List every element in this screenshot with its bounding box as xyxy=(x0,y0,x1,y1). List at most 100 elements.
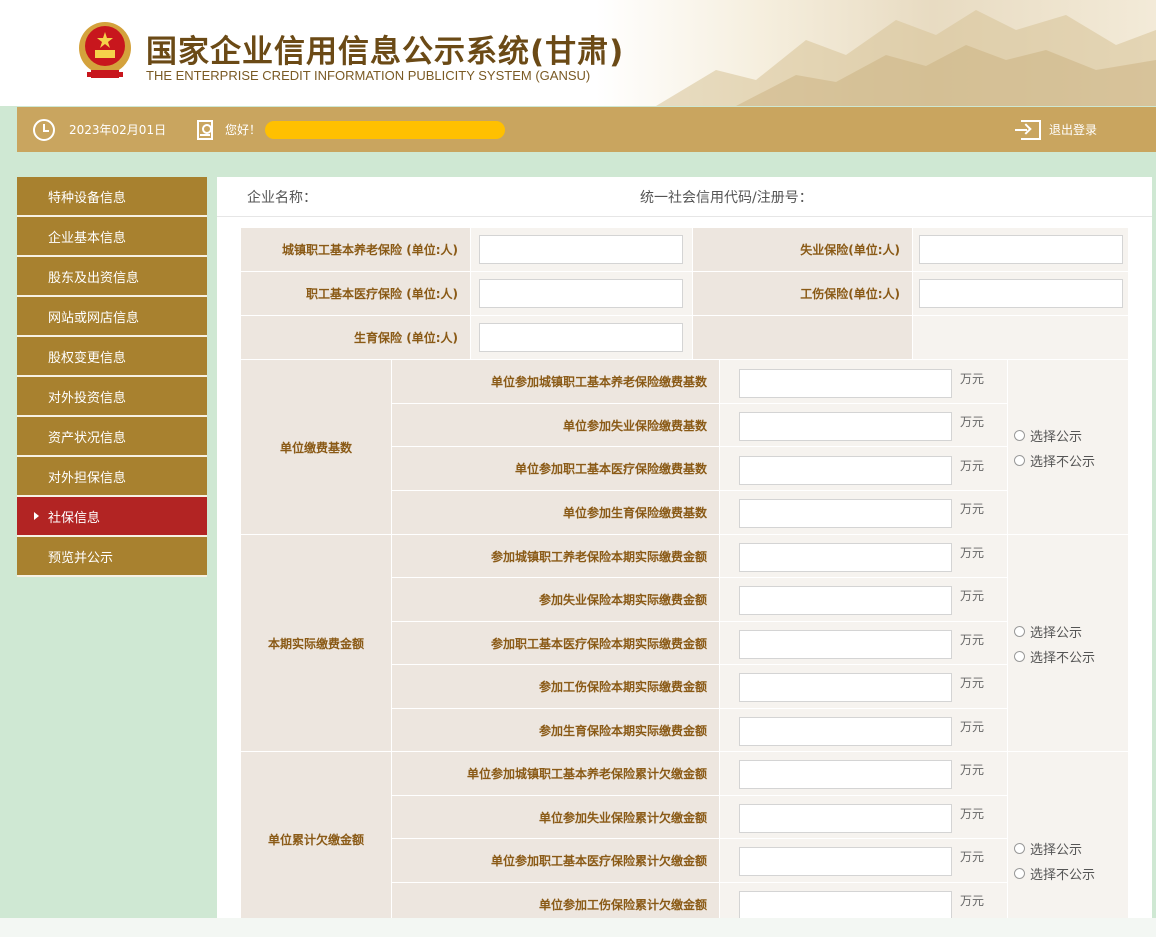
publicity-radio-group: 选择公示 选择不公示 xyxy=(1014,423,1095,473)
unit-label: 万元 xyxy=(960,763,985,777)
maternity-count-label: 生育保险 (单位:人) xyxy=(241,316,471,360)
date-text: 2023年02月01日 xyxy=(69,123,167,137)
unit-label: 万元 xyxy=(960,720,985,734)
amount-input[interactable] xyxy=(739,543,952,572)
unemployment-count-input[interactable] xyxy=(919,235,1123,264)
amount-cell: 万元 xyxy=(720,796,1008,839)
radio-public[interactable]: 选择公示 xyxy=(1014,619,1095,644)
radio-label: 选择公示 xyxy=(1030,430,1083,445)
sidebar-item-shareholders[interactable]: 股东及出资信息 xyxy=(17,257,207,297)
medical-count-cell xyxy=(471,272,693,316)
date-display: 2023年02月01日 xyxy=(33,107,166,152)
sidebar-item-preview-publish[interactable]: 预览并公示 xyxy=(17,537,207,577)
unemployment-count-cell xyxy=(913,228,1129,272)
unit-label: 万元 xyxy=(960,459,985,473)
sidebar-item-social-security[interactable]: 社保信息 xyxy=(17,497,207,537)
company-info-bar: 企业名称： 统一社会信用代码/注册号： xyxy=(217,177,1152,217)
radio-circle-icon xyxy=(1014,430,1025,441)
injury-count-cell xyxy=(913,272,1129,316)
unit-label: 万元 xyxy=(960,502,985,516)
mountain-banner xyxy=(596,0,1156,106)
row-label: 单位参加失业保险累计欠缴金额 xyxy=(392,796,720,839)
group-arrears-title: 单位累计欠缴金额 xyxy=(241,752,392,918)
unemployment-count-label: 失业保险(单位:人) xyxy=(693,228,913,272)
pension-count-cell xyxy=(471,228,693,272)
row-label: 单位参加职工基本医疗保险累计欠缴金额 xyxy=(392,839,720,883)
amount-cell: 万元 xyxy=(720,535,1008,578)
logout-button[interactable]: 退出登录 xyxy=(1015,107,1097,152)
row-label: 参加工伤保险本期实际缴费金额 xyxy=(392,665,720,709)
row-label: 参加城镇职工养老保险本期实际缴费金额 xyxy=(392,535,720,578)
sidebar-item-investment[interactable]: 对外投资信息 xyxy=(17,377,207,417)
amount-input[interactable] xyxy=(739,499,952,528)
sidebar-item-equity-change[interactable]: 股权变更信息 xyxy=(17,337,207,377)
unit-label: 万元 xyxy=(960,372,985,386)
main-panel: 企业名称： 统一社会信用代码/注册号： 城镇职工基本养老保险 (单位:人) 失业… xyxy=(217,177,1152,918)
row-label: 单位参加城镇职工基本养老保险缴费基数 xyxy=(392,360,720,404)
radio-circle-icon xyxy=(1014,868,1025,879)
amount-cell: 万元 xyxy=(720,839,1008,883)
amount-input[interactable] xyxy=(739,412,952,441)
injury-count-input[interactable] xyxy=(919,279,1123,308)
amount-cell: 万元 xyxy=(720,447,1008,491)
radio-circle-icon xyxy=(1014,651,1025,662)
radio-label: 选择公示 xyxy=(1030,843,1083,858)
sidebar-item-website[interactable]: 网站或网店信息 xyxy=(17,297,207,337)
user-greeting: 您好！ xyxy=(197,107,506,152)
radio-private[interactable]: 选择不公示 xyxy=(1014,861,1095,886)
radio-private[interactable]: 选择不公示 xyxy=(1014,448,1095,473)
radio-public[interactable]: 选择公示 xyxy=(1014,836,1095,861)
amount-cell: 万元 xyxy=(720,752,1008,796)
pension-count-input[interactable] xyxy=(479,235,683,264)
site-header: 国家企业信用信息公示系统(甘肃) THE ENTERPRISE CREDIT I… xyxy=(0,0,1156,106)
publicity-radio-group: 选择公示 选择不公示 xyxy=(1014,619,1095,669)
amount-cell: 万元 xyxy=(720,709,1008,752)
radio-label: 选择不公示 xyxy=(1030,868,1096,883)
publicity-radio-group: 选择公示 选择不公示 xyxy=(1014,836,1095,886)
unit-label: 万元 xyxy=(960,850,985,864)
pension-count-label: 城镇职工基本养老保险 (单位:人) xyxy=(241,228,471,272)
row-label: 单位参加工伤保险累计欠缴金额 xyxy=(392,883,720,918)
maternity-count-cell xyxy=(471,316,693,360)
publicity-choice-cell: 选择公示 选择不公示 xyxy=(1008,752,1129,918)
amount-input[interactable] xyxy=(739,586,952,615)
amount-input[interactable] xyxy=(739,369,952,398)
sidebar-item-assets[interactable]: 资产状况信息 xyxy=(17,417,207,457)
amount-cell: 万元 xyxy=(720,360,1008,404)
row-label: 单位参加城镇职工基本养老保险累计欠缴金额 xyxy=(392,752,720,796)
sidebar-item-basic-info[interactable]: 企业基本信息 xyxy=(17,217,207,257)
amount-input[interactable] xyxy=(739,630,952,659)
page-footer-strip xyxy=(0,918,1156,937)
user-card-icon xyxy=(197,119,213,140)
maternity-count-input[interactable] xyxy=(479,323,683,352)
sidebar-item-special-equipment[interactable]: 特种设备信息 xyxy=(17,177,207,217)
amount-input[interactable] xyxy=(739,804,952,833)
site-title-en: THE ENTERPRISE CREDIT INFORMATION PUBLIC… xyxy=(146,68,591,83)
group-title-text: 单位累计欠缴金额 xyxy=(267,832,364,847)
radio-private[interactable]: 选择不公示 xyxy=(1014,644,1095,669)
group-payment-base-title: 单位缴费基数 xyxy=(241,360,392,535)
row-label: 参加生育保险本期实际缴费金额 xyxy=(392,709,720,752)
radio-public[interactable]: 选择公示 xyxy=(1014,423,1095,448)
amount-input[interactable] xyxy=(739,717,952,746)
top-toolbar: 2023年02月01日 您好！ 退出登录 xyxy=(17,107,1156,152)
empty-label-cell xyxy=(693,316,913,360)
national-emblem-icon xyxy=(77,20,133,82)
amount-cell: 万元 xyxy=(720,883,1008,918)
radio-circle-icon xyxy=(1014,843,1025,854)
medical-count-input[interactable] xyxy=(479,279,683,308)
amount-input[interactable] xyxy=(739,847,952,876)
row-label: 单位参加生育保险缴费基数 xyxy=(392,491,720,535)
amount-input[interactable] xyxy=(739,673,952,702)
unit-label: 万元 xyxy=(960,589,985,603)
row-label: 单位参加职工基本医疗保险缴费基数 xyxy=(392,447,720,491)
redacted-username xyxy=(265,120,506,139)
publicity-choice-cell: 选择公示 选择不公示 xyxy=(1008,535,1129,752)
sidebar-item-guarantee[interactable]: 对外担保信息 xyxy=(17,457,207,497)
row-label: 单位参加失业保险缴费基数 xyxy=(392,404,720,447)
amount-input[interactable] xyxy=(739,760,952,789)
amount-cell: 万元 xyxy=(720,404,1008,447)
amount-input[interactable] xyxy=(739,456,952,485)
row-label: 参加职工基本医疗保险本期实际缴费金额 xyxy=(392,622,720,665)
amount-input[interactable] xyxy=(739,891,952,918)
